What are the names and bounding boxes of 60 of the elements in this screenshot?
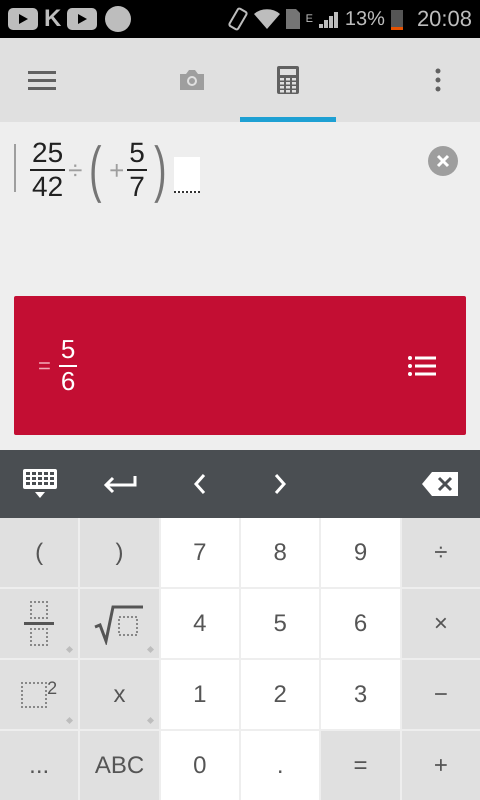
sim-card-icon [286,9,300,29]
operator: ÷ [68,154,82,186]
keypad-key[interactable]: 6 [321,589,400,658]
battery-percent: 13% [344,8,385,30]
more-icon [435,68,441,92]
keypad-key[interactable]: 7 [160,518,239,587]
backspace-icon [422,472,458,496]
camera-icon [178,68,206,92]
keypad-key[interactable]: × [402,589,480,658]
keypad-key[interactable]: + [402,731,480,800]
equals-sign: = [38,352,51,378]
keypad-key[interactable]: x [80,660,159,729]
result-fraction: 5 6 [58,334,78,396]
fraction: 25 42 [30,136,66,204]
close-icon [436,154,450,168]
keypad-key[interactable]: 4 [160,589,239,658]
video-play-icon [67,8,98,30]
clock: 20:08 [416,6,472,32]
keypad-key[interactable]: . [241,731,320,800]
keypad-key[interactable]: 5 [241,589,320,658]
square-root-icon [93,602,146,644]
chevron-left-icon [193,473,207,495]
keypad-key[interactable]: 0 [160,731,239,800]
keypad-key[interactable]: ( [0,518,78,587]
chevron-right-icon [273,473,287,495]
keypad-key[interactable]: 1 [160,660,239,729]
phone-vibrate-icon [228,6,248,32]
parenthesis: ) [154,139,166,201]
clear-button[interactable] [428,146,458,176]
menu-icon [28,70,56,90]
list-icon [408,354,436,376]
input-slot[interactable] [174,157,200,193]
app-letter: K [44,5,62,33]
placeholder-box-icon [21,682,48,708]
wifi-icon [254,9,280,29]
keypad-key[interactable]: ABC [80,731,159,800]
text-caret [14,144,16,192]
video-play-icon [8,8,38,30]
keypad-key[interactable]: 8 [241,518,320,587]
keypad-key[interactable] [0,589,78,658]
keypad-key[interactable]: ÷ [402,518,480,587]
fraction-template-icon [24,601,54,646]
keypad-key[interactable]: 2 [241,660,320,729]
keypad-key[interactable]: 3 [321,660,400,729]
keypad-key[interactable] [80,589,159,658]
keypad-key[interactable]: ) [80,518,159,587]
keypad-key[interactable]: 2 [0,660,78,729]
network-type: E [306,13,313,25]
keyboard-icon [23,469,57,499]
parenthesis: ( [90,139,102,201]
enter-arrow-icon [103,474,137,494]
battery-icon [390,8,403,30]
signal-icon [318,10,339,28]
keypad-key[interactable]: = [321,731,400,800]
calculator-icon [277,66,299,94]
keypad-key[interactable]: ... [0,731,78,800]
fraction: 5 7 [127,136,147,204]
operator: + [109,154,124,186]
keypad-key[interactable]: 9 [321,518,400,587]
keypad-key[interactable]: − [402,660,480,729]
